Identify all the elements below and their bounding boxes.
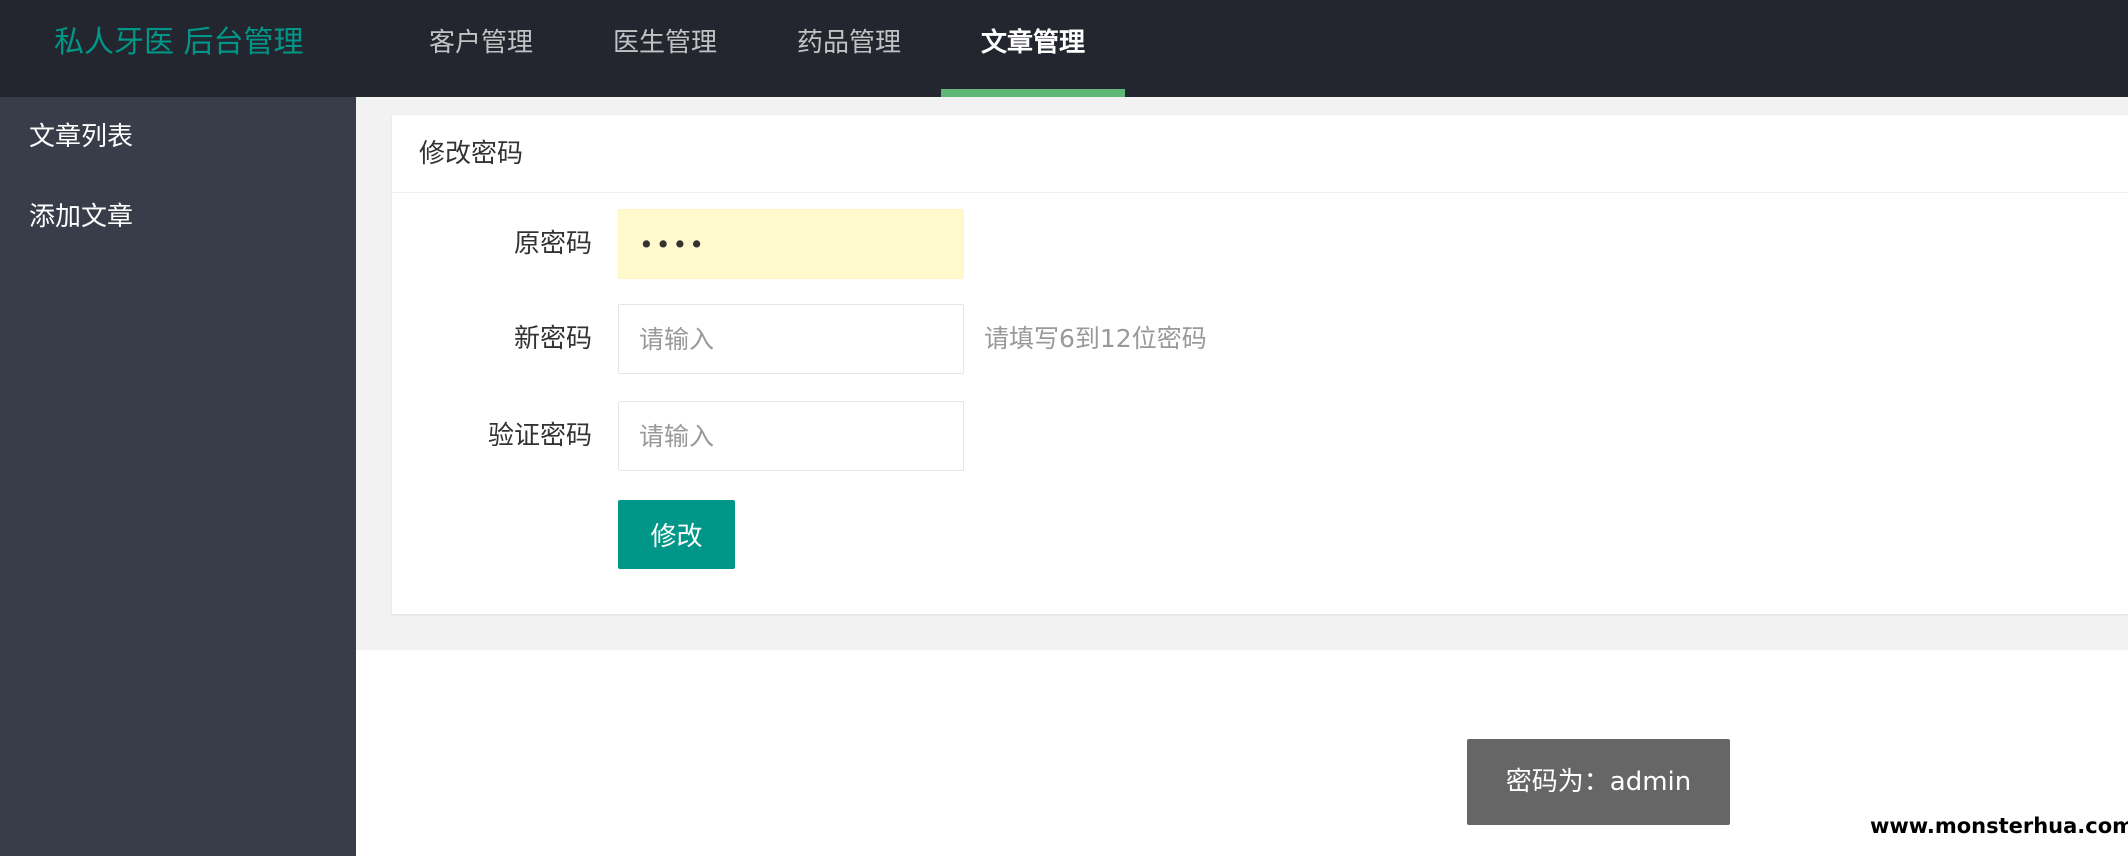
old-password-label: 原密码 (513, 229, 592, 259)
new-password-label: 新密码 (513, 324, 592, 354)
card-title: 修改密码 (392, 115, 2128, 193)
nav-doctor-management[interactable]: 医生管理 (573, 0, 757, 97)
new-password-input[interactable] (618, 304, 964, 374)
old-password-input[interactable] (618, 209, 964, 279)
change-password-card: 修改密码 原密码 新密码 请填写6到12位密码 验证密码 修改 (392, 115, 2128, 614)
confirm-password-label: 验证密码 (487, 421, 592, 451)
confirm-password-input[interactable] (618, 401, 964, 471)
top-header: 私人牙医 后台管理 客户管理 医生管理 药品管理 文章管理 (0, 0, 2128, 97)
old-password-row: 原密码 (392, 209, 2128, 279)
nav-medicine-management[interactable]: 药品管理 (757, 0, 941, 97)
sidebar-item-article-list[interactable]: 文章列表 (0, 97, 356, 177)
nav-customer-management[interactable]: 客户管理 (389, 0, 573, 97)
new-password-row: 新密码 请填写6到12位密码 (392, 304, 2128, 374)
sidebar: 文章列表 添加文章 (0, 97, 356, 856)
password-toast: 密码为：admin (1467, 739, 1730, 825)
modify-button[interactable]: 修改 (618, 500, 735, 569)
submit-row: 修改 (392, 500, 2128, 570)
new-password-hint: 请填写6到12位密码 (984, 324, 1207, 353)
site-watermark: www.monsterhua.com (1870, 814, 2128, 838)
confirm-password-row: 验证密码 (392, 401, 2128, 471)
app-logo: 私人牙医 后台管理 (54, 25, 304, 60)
nav-article-management[interactable]: 文章管理 (941, 0, 1126, 97)
top-nav: 客户管理 医生管理 药品管理 文章管理 (389, 0, 1126, 97)
sidebar-item-add-article[interactable]: 添加文章 (0, 177, 356, 257)
